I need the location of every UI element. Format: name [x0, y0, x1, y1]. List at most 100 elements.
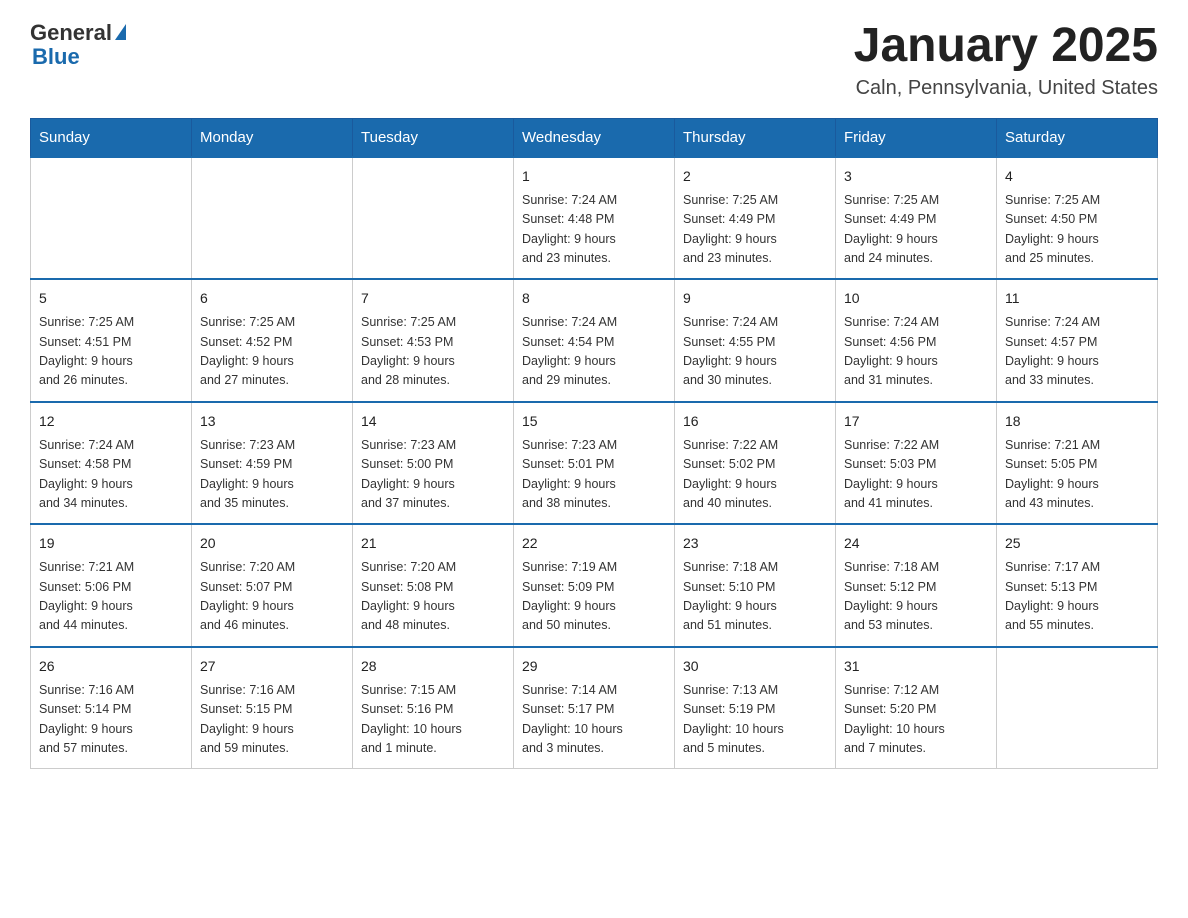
calendar-day-cell: 22 Sunrise: 7:19 AMSunset: 5:09 PMDayligh… — [514, 524, 675, 647]
calendar-table: Sunday Monday Tuesday Wednesday Thursday… — [30, 118, 1158, 770]
day-info: Sunrise: 7:24 AMSunset: 4:55 PMDaylight:… — [683, 315, 778, 387]
calendar-week-row: 12 Sunrise: 7:24 AMSunset: 4:58 PMDayligh… — [31, 402, 1158, 525]
day-number: 3 — [844, 166, 988, 187]
logo-blue-text: Blue — [32, 44, 80, 70]
calendar-day-cell: 17 Sunrise: 7:22 AMSunset: 5:03 PMDayligh… — [836, 402, 997, 525]
day-info: Sunrise: 7:20 AMSunset: 5:07 PMDaylight:… — [200, 560, 295, 632]
calendar-day-cell — [31, 157, 192, 280]
calendar-week-row: 26Sunrise: 7:16 AMSunset: 5:14 PMDayligh… — [31, 647, 1158, 769]
calendar-day-cell: 12 Sunrise: 7:24 AMSunset: 4:58 PMDayligh… — [31, 402, 192, 525]
day-number: 30 — [683, 656, 827, 677]
calendar-day-cell: 1 Sunrise: 7:24 AMSunset: 4:48 PMDaylight… — [514, 157, 675, 280]
calendar-week-row: 19Sunrise: 7:21 AMSunset: 5:06 PMDayligh… — [31, 524, 1158, 647]
header-saturday: Saturday — [997, 118, 1158, 157]
day-number: 12 — [39, 411, 183, 432]
day-info: Sunrise: 7:24 AMSunset: 4:54 PMDaylight:… — [522, 315, 617, 387]
calendar-day-cell: 16 Sunrise: 7:22 AMSunset: 5:02 PMDayligh… — [675, 402, 836, 525]
day-info: Sunrise: 7:25 AMSunset: 4:49 PMDaylight:… — [844, 193, 939, 265]
day-info: Sunrise: 7:18 AMSunset: 5:12 PMDaylight:… — [844, 560, 939, 632]
calendar-day-cell: 25 Sunrise: 7:17 AMSunset: 5:13 PMDayligh… — [997, 524, 1158, 647]
calendar-day-cell: 30 Sunrise: 7:13 AMSunset: 5:19 PMDayligh… — [675, 647, 836, 769]
day-info: Sunrise: 7:13 AMSunset: 5:19 PMDaylight:… — [683, 683, 784, 755]
day-number: 28 — [361, 656, 505, 677]
calendar-day-cell — [353, 157, 514, 280]
day-number: 29 — [522, 656, 666, 677]
day-number: 4 — [1005, 166, 1149, 187]
calendar-day-cell: 4 Sunrise: 7:25 AMSunset: 4:50 PMDaylight… — [997, 157, 1158, 280]
day-number: 23 — [683, 533, 827, 554]
calendar-day-cell: 7 Sunrise: 7:25 AMSunset: 4:53 PMDaylight… — [353, 279, 514, 402]
header-sunday: Sunday — [31, 118, 192, 157]
day-info: Sunrise: 7:20 AMSunset: 5:08 PMDaylight:… — [361, 560, 456, 632]
calendar-day-cell: 2 Sunrise: 7:25 AMSunset: 4:49 PMDaylight… — [675, 157, 836, 280]
day-number: 5 — [39, 288, 183, 309]
calendar-day-cell: 9 Sunrise: 7:24 AMSunset: 4:55 PMDaylight… — [675, 279, 836, 402]
day-info: Sunrise: 7:25 AMSunset: 4:50 PMDaylight:… — [1005, 193, 1100, 265]
page-header: General Blue January 2025 Caln, Pennsylv… — [30, 20, 1158, 100]
calendar-day-cell: 11 Sunrise: 7:24 AMSunset: 4:57 PMDayligh… — [997, 279, 1158, 402]
logo-triangle-icon — [115, 24, 126, 40]
day-number: 27 — [200, 656, 344, 677]
day-number: 2 — [683, 166, 827, 187]
day-number: 19 — [39, 533, 183, 554]
day-info: Sunrise: 7:18 AMSunset: 5:10 PMDaylight:… — [683, 560, 778, 632]
day-info: Sunrise: 7:19 AMSunset: 5:09 PMDaylight:… — [522, 560, 617, 632]
calendar-day-cell: 13Sunrise: 7:23 AMSunset: 4:59 PMDayligh… — [192, 402, 353, 525]
day-info: Sunrise: 7:23 AMSunset: 4:59 PMDaylight:… — [200, 438, 295, 510]
header-friday: Friday — [836, 118, 997, 157]
calendar-week-row: 1 Sunrise: 7:24 AMSunset: 4:48 PMDaylight… — [31, 157, 1158, 280]
day-info: Sunrise: 7:15 AMSunset: 5:16 PMDaylight:… — [361, 683, 462, 755]
day-info: Sunrise: 7:25 AMSunset: 4:52 PMDaylight:… — [200, 315, 295, 387]
day-info: Sunrise: 7:22 AMSunset: 5:02 PMDaylight:… — [683, 438, 778, 510]
day-info: Sunrise: 7:24 AMSunset: 4:56 PMDaylight:… — [844, 315, 939, 387]
day-number: 10 — [844, 288, 988, 309]
day-info: Sunrise: 7:24 AMSunset: 4:48 PMDaylight:… — [522, 193, 617, 265]
calendar-day-cell: 31Sunrise: 7:12 AMSunset: 5:20 PMDayligh… — [836, 647, 997, 769]
day-number: 9 — [683, 288, 827, 309]
calendar-day-cell: 3 Sunrise: 7:25 AMSunset: 4:49 PMDaylight… — [836, 157, 997, 280]
day-number: 25 — [1005, 533, 1149, 554]
calendar-title-area: January 2025 Caln, Pennsylvania, United … — [854, 20, 1158, 100]
day-info: Sunrise: 7:24 AMSunset: 4:58 PMDaylight:… — [39, 438, 134, 510]
calendar-day-cell — [997, 647, 1158, 769]
weekday-header-row: Sunday Monday Tuesday Wednesday Thursday… — [31, 118, 1158, 157]
calendar-day-cell: 29Sunrise: 7:14 AMSunset: 5:17 PMDayligh… — [514, 647, 675, 769]
calendar-week-row: 5 Sunrise: 7:25 AMSunset: 4:51 PMDaylight… — [31, 279, 1158, 402]
header-wednesday: Wednesday — [514, 118, 675, 157]
calendar-location: Caln, Pennsylvania, United States — [854, 77, 1158, 100]
calendar-day-cell: 10 Sunrise: 7:24 AMSunset: 4:56 PMDayligh… — [836, 279, 997, 402]
day-info: Sunrise: 7:12 AMSunset: 5:20 PMDaylight:… — [844, 683, 945, 755]
day-number: 21 — [361, 533, 505, 554]
calendar-day-cell: 5 Sunrise: 7:25 AMSunset: 4:51 PMDaylight… — [31, 279, 192, 402]
day-info: Sunrise: 7:25 AMSunset: 4:51 PMDaylight:… — [39, 315, 134, 387]
calendar-day-cell: 8 Sunrise: 7:24 AMSunset: 4:54 PMDaylight… — [514, 279, 675, 402]
day-number: 7 — [361, 288, 505, 309]
header-monday: Monday — [192, 118, 353, 157]
logo: General Blue — [30, 20, 126, 70]
day-number: 8 — [522, 288, 666, 309]
day-number: 17 — [844, 411, 988, 432]
day-info: Sunrise: 7:25 AMSunset: 4:53 PMDaylight:… — [361, 315, 456, 387]
calendar-day-cell: 24 Sunrise: 7:18 AMSunset: 5:12 PMDayligh… — [836, 524, 997, 647]
day-number: 1 — [522, 166, 666, 187]
day-info: Sunrise: 7:25 AMSunset: 4:49 PMDaylight:… — [683, 193, 778, 265]
day-info: Sunrise: 7:22 AMSunset: 5:03 PMDaylight:… — [844, 438, 939, 510]
calendar-day-cell: 19Sunrise: 7:21 AMSunset: 5:06 PMDayligh… — [31, 524, 192, 647]
day-number: 16 — [683, 411, 827, 432]
day-info: Sunrise: 7:17 AMSunset: 5:13 PMDaylight:… — [1005, 560, 1100, 632]
calendar-day-cell — [192, 157, 353, 280]
logo-general-text: General — [30, 20, 112, 46]
calendar-day-cell: 15Sunrise: 7:23 AMSunset: 5:01 PMDayligh… — [514, 402, 675, 525]
calendar-day-cell: 27Sunrise: 7:16 AMSunset: 5:15 PMDayligh… — [192, 647, 353, 769]
day-info: Sunrise: 7:16 AMSunset: 5:14 PMDaylight:… — [39, 683, 134, 755]
calendar-month-year: January 2025 — [854, 20, 1158, 73]
day-info: Sunrise: 7:24 AMSunset: 4:57 PMDaylight:… — [1005, 315, 1100, 387]
day-number: 18 — [1005, 411, 1149, 432]
day-number: 22 — [522, 533, 666, 554]
header-thursday: Thursday — [675, 118, 836, 157]
day-number: 11 — [1005, 288, 1149, 309]
day-number: 24 — [844, 533, 988, 554]
calendar-day-cell: 14Sunrise: 7:23 AMSunset: 5:00 PMDayligh… — [353, 402, 514, 525]
day-number: 20 — [200, 533, 344, 554]
calendar-day-cell: 23 Sunrise: 7:18 AMSunset: 5:10 PMDayligh… — [675, 524, 836, 647]
